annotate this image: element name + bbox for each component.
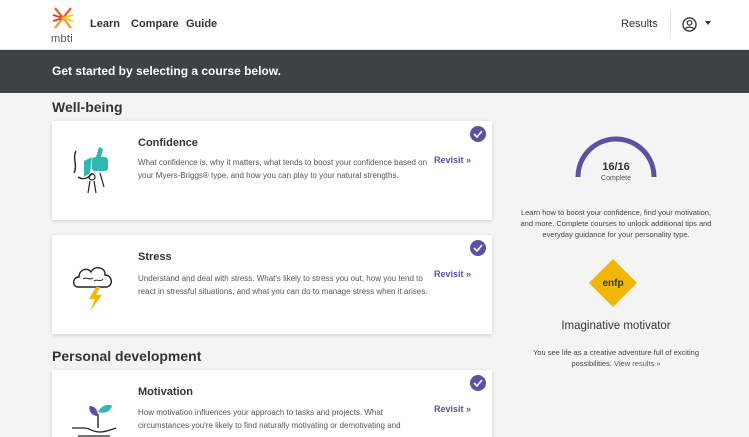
logo-icon bbox=[52, 7, 74, 29]
nav-divider bbox=[670, 12, 671, 38]
storm-cloud-icon bbox=[72, 267, 112, 311]
type-code: enfp bbox=[602, 278, 624, 289]
completed-check-icon bbox=[470, 375, 486, 391]
nav-learn[interactable]: Learn bbox=[90, 18, 120, 30]
logo-text: mbti bbox=[51, 33, 73, 45]
type-name: Imaginative motivator bbox=[561, 320, 671, 332]
progress-label: Complete bbox=[601, 175, 631, 182]
nav-results[interactable]: Results bbox=[621, 18, 658, 30]
revisit-link[interactable]: Revisit » bbox=[434, 155, 471, 165]
intro-banner: Get started by selecting a course below. bbox=[0, 50, 749, 93]
revisit-link[interactable]: Revisit » bbox=[434, 269, 471, 279]
course-card-confidence[interactable]: Confidence What confidence is, why it ma… bbox=[52, 121, 492, 220]
course-title: Confidence bbox=[138, 137, 198, 149]
course-description: Understand and deal with stress. What's … bbox=[138, 274, 428, 296]
course-title: Motivation bbox=[138, 386, 193, 398]
progress-count: 16/16 bbox=[602, 161, 630, 173]
completed-check-icon bbox=[470, 126, 486, 142]
caret-down-icon[interactable] bbox=[705, 21, 711, 25]
nav-guide[interactable]: Guide bbox=[186, 18, 217, 30]
course-description: What confidence is, why it matters, what… bbox=[138, 158, 428, 180]
revisit-link[interactable]: Revisit » bbox=[434, 404, 471, 414]
user-circle-icon[interactable] bbox=[682, 17, 697, 32]
course-description: How motivation influences your approach … bbox=[138, 408, 401, 430]
top-nav: mbti Learn Compare Guide Results bbox=[0, 0, 749, 50]
thumbs-up-icon bbox=[73, 147, 108, 194]
mbti-logo[interactable]: mbti bbox=[50, 6, 76, 45]
sprout-hand-icon bbox=[72, 404, 117, 437]
section-title-personal-development: Personal development bbox=[52, 348, 202, 364]
course-card-motivation[interactable]: Motivation How motivation influences you… bbox=[52, 370, 492, 437]
completed-check-icon bbox=[470, 240, 486, 256]
course-title: Stress bbox=[138, 251, 172, 263]
section-title-wellbeing: Well-being bbox=[52, 99, 123, 115]
banner-text: Get started by selecting a course below. bbox=[52, 64, 281, 78]
nav-compare[interactable]: Compare bbox=[131, 18, 179, 30]
course-card-stress[interactable]: Stress Understand and deal with stress. … bbox=[52, 235, 492, 334]
progress-info-text: Learn how to boost your confidence, find… bbox=[520, 208, 712, 239]
type-description: You see life as a creative adventure ful… bbox=[516, 347, 716, 369]
view-results-link[interactable]: View results » bbox=[614, 359, 661, 368]
